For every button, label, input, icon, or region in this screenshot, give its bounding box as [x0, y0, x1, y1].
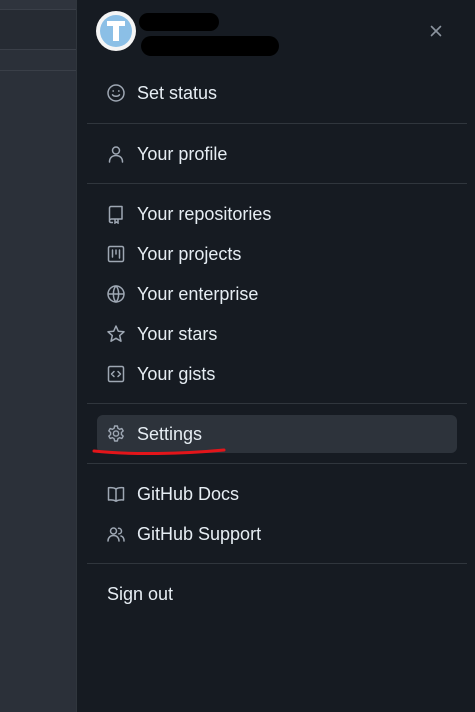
gear-icon — [106, 424, 126, 444]
book-icon — [106, 484, 126, 504]
divider — [87, 403, 467, 404]
menu-item-your-stars[interactable]: Your stars — [97, 315, 457, 353]
menu-item-label: GitHub Docs — [137, 483, 240, 504]
repo-icon — [106, 204, 126, 224]
menu-item-label: GitHub Support — [137, 523, 262, 544]
divider — [87, 183, 467, 184]
menu-item-github-docs[interactable]: GitHub Docs — [97, 475, 457, 513]
menu-item-label: Your profile — [137, 143, 228, 164]
menu-item-your-gists[interactable]: Your gists — [97, 355, 457, 393]
menu-item-label: Your enterprise — [137, 283, 259, 304]
menu-item-label: Your repositories — [137, 203, 272, 224]
divider — [87, 563, 467, 564]
star-icon — [106, 324, 126, 344]
menu-item-set-status[interactable]: Set status — [97, 74, 457, 112]
red-underline-annotation — [92, 448, 226, 456]
backdrop-nav-bar — [0, 10, 76, 50]
close-icon — [430, 25, 442, 37]
person-icon — [106, 144, 126, 164]
menu-item-label: Settings — [137, 423, 203, 444]
code-square-icon — [106, 364, 126, 384]
close-button[interactable] — [421, 16, 451, 46]
menu-item-label: Set status — [137, 82, 218, 103]
divider — [87, 123, 467, 124]
page-backdrop[interactable] — [0, 0, 76, 712]
menu-item-your-profile[interactable]: Your profile — [97, 135, 457, 173]
globe-icon — [106, 284, 126, 304]
menu-item-label: Your projects — [137, 243, 242, 264]
menu-item-your-enterprise[interactable]: Your enterprise — [97, 275, 457, 313]
menu-item-sign-out[interactable]: Sign out — [97, 575, 457, 613]
user-menu-drawer: Set status Your profile Your repositorie… — [76, 0, 475, 712]
project-icon — [106, 244, 126, 264]
people-icon — [106, 524, 126, 544]
drawer-header — [77, 0, 475, 64]
menu-item-your-projects[interactable]: Your projects — [97, 235, 457, 273]
menu-item-label: Your stars — [137, 323, 218, 344]
smiley-icon — [106, 83, 126, 103]
backdrop-divider — [0, 70, 76, 71]
avatar-image — [100, 15, 132, 47]
backdrop-header-bar — [0, 0, 76, 10]
redacted-display-name — [141, 36, 279, 56]
menu-item-your-repositories[interactable]: Your repositories — [97, 195, 457, 233]
redacted-username — [139, 13, 219, 31]
menu-item-label: Sign out — [107, 583, 174, 604]
avatar[interactable] — [96, 11, 136, 51]
menu-item-label: Your gists — [137, 363, 216, 384]
menu-item-github-support[interactable]: GitHub Support — [97, 515, 457, 553]
divider — [87, 463, 467, 464]
